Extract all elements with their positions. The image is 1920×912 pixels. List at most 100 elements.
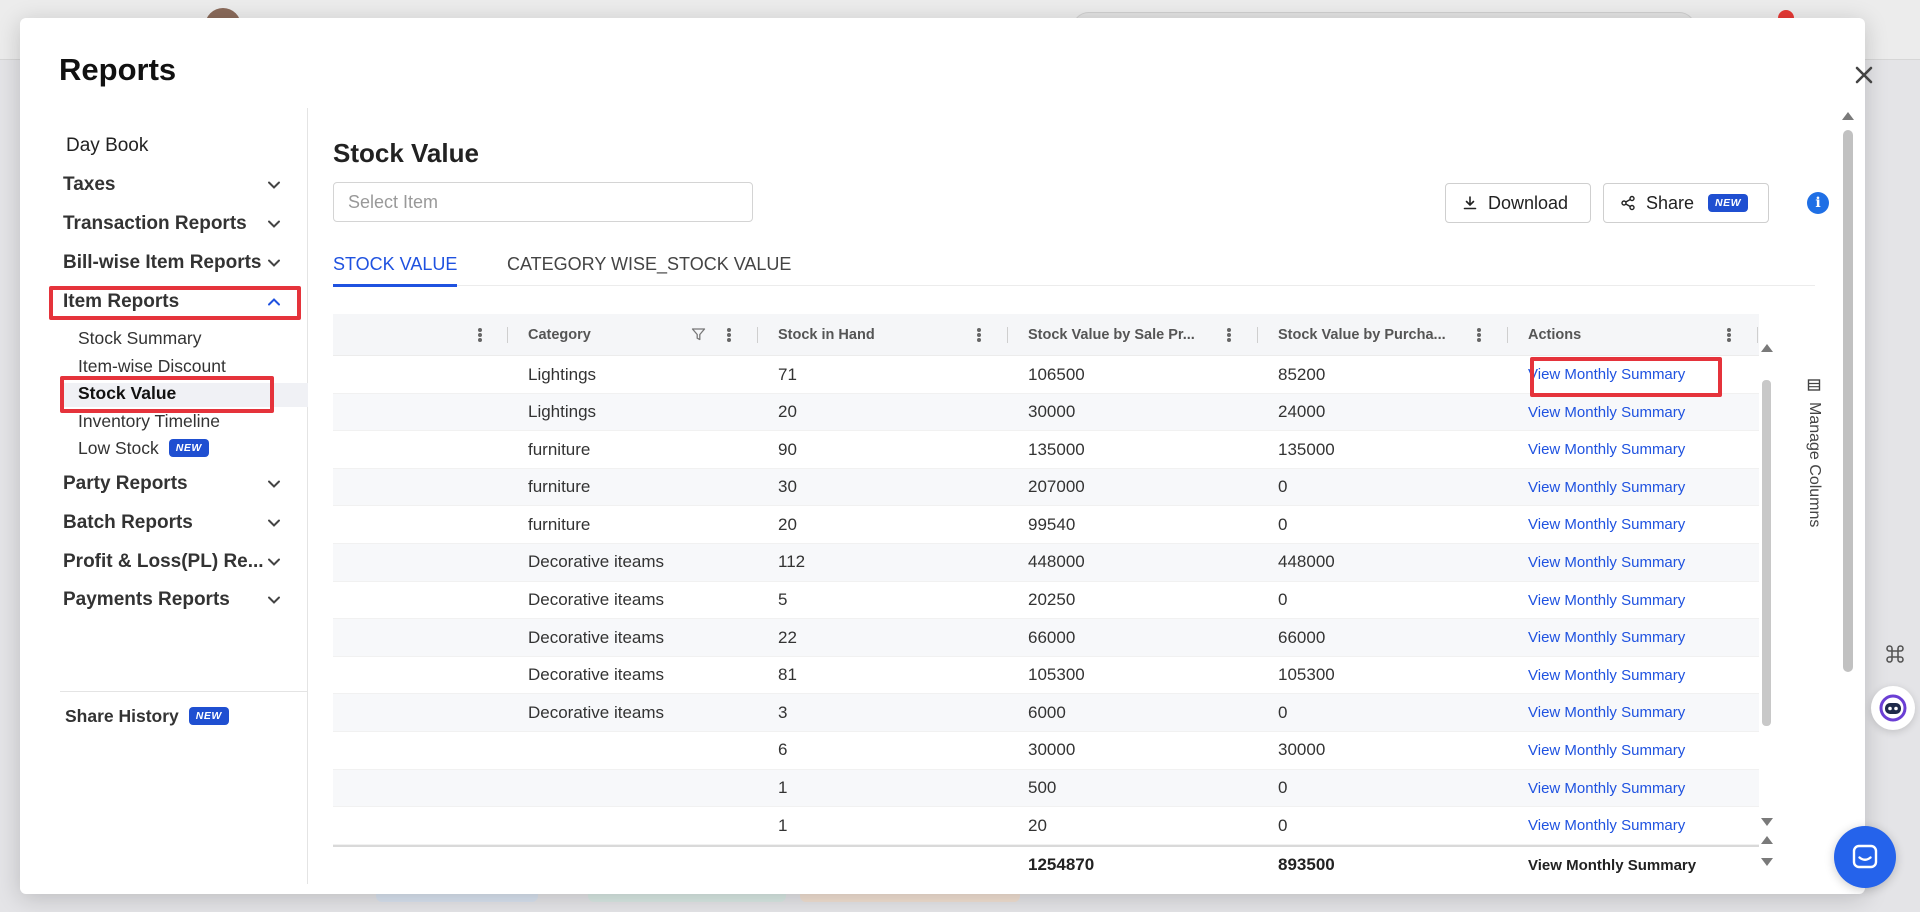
sidebar-item-billwise-item-reports[interactable]: Bill-wise Item Reports bbox=[63, 248, 295, 278]
cell-stock-in-hand: 1 bbox=[778, 815, 788, 835]
column-menu-icon[interactable] bbox=[478, 328, 482, 342]
view-monthly-summary-link[interactable]: View Monthly Summary bbox=[1528, 732, 1685, 769]
view-monthly-summary-link[interactable]: View Monthly Summary bbox=[1528, 807, 1685, 844]
cell-value-by-sale-price: 20250 bbox=[1028, 590, 1076, 610]
sidebar-item-batch-reports[interactable]: Batch Reports bbox=[63, 508, 295, 538]
cell-stock-in-hand: 20 bbox=[778, 402, 797, 422]
cell-value-by-purchase-price: 0 bbox=[1278, 702, 1288, 722]
assistant-bot-button[interactable] bbox=[1871, 686, 1915, 730]
cell-stock-in-hand: 112 bbox=[778, 552, 806, 572]
column-menu-icon[interactable] bbox=[977, 328, 981, 342]
view-monthly-summary-link[interactable]: View Monthly Summary bbox=[1528, 544, 1685, 581]
view-monthly-summary-total-link[interactable]: View Monthly Summary bbox=[1528, 847, 1696, 884]
table-scroll-up-arrow[interactable] bbox=[1761, 344, 1773, 352]
chevron-down-icon bbox=[268, 596, 280, 604]
report-content: Stock Value Download Share NEW i STOCK V… bbox=[333, 108, 1833, 884]
sidebar-divider bbox=[60, 691, 308, 692]
sidebar-item-taxes[interactable]: Taxes bbox=[63, 170, 295, 200]
select-item-input[interactable] bbox=[333, 182, 753, 222]
chat-support-button[interactable] bbox=[1834, 826, 1896, 888]
cell-category: furniture bbox=[528, 514, 591, 534]
header-value-by-sale-price[interactable]: Stock Value by Sale Pr... bbox=[1028, 314, 1195, 356]
table-body: Lightings 71 1 0 6 500 85200 View Monthly Summa… bbox=[333, 356, 1759, 845]
cell-value-by-purchase-price: 0 bbox=[1278, 514, 1288, 534]
sidebar-subitem-stock-value[interactable]: Stock Value bbox=[78, 380, 176, 406]
modal-scrollbar-thumb[interactable] bbox=[1843, 130, 1853, 672]
cell-stock-in-hand: 6 bbox=[778, 740, 788, 760]
bot-icon bbox=[1879, 694, 1907, 722]
info-icon[interactable]: i bbox=[1807, 192, 1829, 214]
view-monthly-summary-link[interactable]: View Monthly Summary bbox=[1528, 770, 1685, 807]
view-monthly-summary-link[interactable]: View Monthly Summary bbox=[1528, 582, 1685, 619]
sidebar-item-profit-loss[interactable]: Profit & Loss(PL) Re... bbox=[63, 547, 295, 577]
column-menu-icon[interactable] bbox=[1727, 328, 1731, 342]
cell-stock-in-hand: 71 bbox=[778, 364, 797, 384]
view-monthly-summary-link[interactable]: View Monthly Summary bbox=[1528, 694, 1685, 731]
view-monthly-summary-link[interactable]: View Monthly Summary bbox=[1528, 657, 1685, 694]
tab-stock-value[interactable]: STOCK VALUE bbox=[333, 252, 458, 287]
view-monthly-summary-link[interactable]: View Monthly Summary bbox=[1528, 506, 1685, 543]
cell-value-by-purchase-price: 135000 bbox=[1278, 439, 1335, 459]
sidebar-item-payments-reports[interactable]: Payments Reports bbox=[63, 585, 295, 615]
sidebar-item-label: Profit & Loss(PL) Re... bbox=[63, 551, 264, 572]
sidebar-subitem-stock-summary[interactable]: Stock Summary bbox=[78, 325, 202, 351]
header-category[interactable]: Category bbox=[528, 314, 591, 356]
cell-category: Lightings bbox=[528, 364, 597, 384]
column-menu-icon[interactable] bbox=[1477, 328, 1481, 342]
download-button[interactable]: Download bbox=[1445, 183, 1591, 223]
sidebar-item-label: Payments Reports bbox=[63, 589, 230, 610]
column-menu-icon[interactable] bbox=[1227, 328, 1231, 342]
column-menu-icon[interactable] bbox=[727, 328, 731, 342]
sidebar-item-label: Bill-wise Item Reports bbox=[63, 252, 262, 273]
download-icon bbox=[1463, 196, 1477, 210]
sidebar-item-share-history[interactable]: Share History NEW bbox=[65, 703, 229, 729]
chat-icon bbox=[1852, 844, 1878, 869]
view-monthly-summary-link[interactable]: View Monthly Summary bbox=[1528, 356, 1685, 393]
sidebar-item-label: Batch Reports bbox=[63, 512, 193, 533]
close-button[interactable] bbox=[1850, 61, 1878, 89]
header-actions[interactable]: Actions bbox=[1528, 314, 1581, 356]
header-stock-in-hand[interactable]: Stock in Hand bbox=[778, 314, 875, 356]
cell-value-by-sale-price: 20 bbox=[1028, 815, 1047, 835]
chevron-down-icon bbox=[268, 181, 280, 189]
cell-category: Lightings bbox=[528, 402, 597, 422]
cell-value-by-sale-price: 66000 bbox=[1028, 627, 1076, 647]
columns-icon bbox=[1807, 379, 1821, 391]
table-scrollbar-thumb[interactable] bbox=[1762, 380, 1771, 726]
manage-columns-button[interactable]: Manage Columns bbox=[1799, 378, 1829, 548]
sidebar-subitem-itemwise-discount[interactable]: Item-wise Discount bbox=[78, 353, 226, 379]
share-icon bbox=[1621, 195, 1635, 211]
apps-widget[interactable] bbox=[1870, 632, 1920, 676]
table-scroll-down-arrow[interactable] bbox=[1761, 818, 1773, 826]
cell-value-by-purchase-price: 85200 bbox=[1278, 364, 1326, 384]
cell-value-by-sale-price: 500 bbox=[1028, 778, 1057, 798]
new-badge: NEW bbox=[1708, 194, 1749, 212]
stock-value-table: Category Stock in Hand Stock Value by Sa… bbox=[333, 314, 1759, 885]
modal-scroll-up-arrow[interactable] bbox=[1842, 112, 1854, 120]
sidebar-subitem-inventory-timeline[interactable]: Inventory Timeline bbox=[78, 408, 220, 434]
sidebar-subitem-low-stock[interactable]: Low Stock NEW bbox=[78, 435, 209, 461]
sidebar-item-item-reports[interactable]: Item Reports bbox=[63, 287, 295, 317]
command-icon bbox=[1886, 645, 1904, 663]
cell-category: furniture bbox=[528, 439, 591, 459]
header-value-by-purchase-price[interactable]: Stock Value by Purcha... bbox=[1278, 314, 1446, 356]
view-monthly-summary-link[interactable]: View Monthly Summary bbox=[1528, 469, 1685, 506]
sidebar-item-label: Share History bbox=[65, 705, 179, 726]
report-tabs: STOCK VALUE CATEGORY WISE_STOCK VALUE bbox=[333, 252, 1815, 287]
tab-category-wise-stock-value[interactable]: CATEGORY WISE_STOCK VALUE bbox=[507, 252, 791, 286]
chevron-up-icon bbox=[268, 298, 280, 306]
sidebar-item-day-book[interactable]: Day Book bbox=[66, 131, 298, 161]
view-monthly-summary-link[interactable]: View Monthly Summary bbox=[1528, 431, 1685, 468]
cell-stock-in-hand: 90 bbox=[778, 439, 797, 459]
share-button[interactable]: Share NEW bbox=[1603, 183, 1769, 223]
view-monthly-summary-link[interactable]: View Monthly Summary bbox=[1528, 619, 1685, 656]
footer-scroll-down-arrow[interactable] bbox=[1761, 858, 1773, 866]
footer-scroll-up-arrow[interactable] bbox=[1761, 836, 1773, 844]
sidebar-item-transaction-reports[interactable]: Transaction Reports bbox=[63, 209, 295, 239]
filter-icon[interactable] bbox=[691, 327, 706, 342]
sidebar-item-party-reports[interactable]: Party Reports bbox=[63, 469, 295, 499]
cell-stock-in-hand: 1 bbox=[778, 778, 788, 798]
column-separator bbox=[1007, 327, 1008, 343]
view-monthly-summary-link[interactable]: View Monthly Summary bbox=[1528, 394, 1685, 431]
column-separator bbox=[1257, 327, 1258, 343]
